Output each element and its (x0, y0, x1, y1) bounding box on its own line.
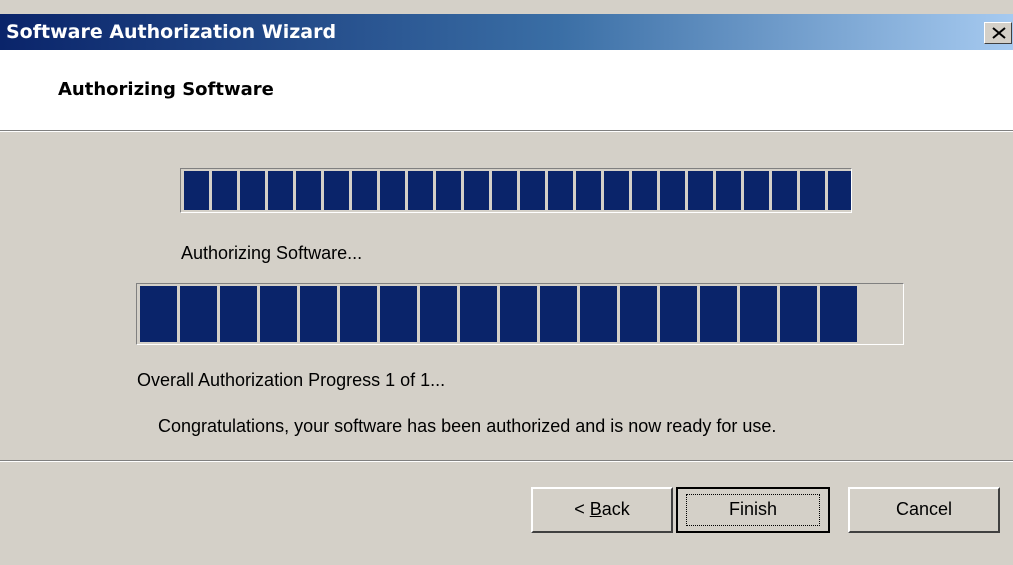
progress-block (324, 171, 349, 210)
cancel-label: Cancel (895, 499, 953, 519)
progress-block (780, 286, 817, 342)
back-prefix: < (574, 499, 590, 519)
progress-block (540, 286, 577, 342)
finish-label: Finish (728, 499, 777, 519)
back-accelerator: B (589, 499, 602, 519)
progress-block (436, 171, 461, 210)
progress-block (632, 171, 657, 210)
progress-block (820, 286, 857, 342)
progress-block (500, 286, 537, 342)
progress-block (212, 171, 237, 210)
progress-block (352, 171, 377, 210)
progress-block (576, 171, 601, 210)
progress-block (240, 171, 265, 210)
close-button[interactable] (984, 22, 1012, 44)
progress-block (660, 286, 697, 342)
progress-block (744, 171, 769, 210)
progress-block (828, 171, 851, 210)
cancel-button[interactable]: Cancel (848, 487, 1000, 533)
progress-block (220, 286, 257, 342)
progress-block (800, 171, 825, 210)
step-progress-label: Authorizing Software... (181, 243, 363, 263)
step-progress-bar (180, 168, 852, 213)
header-divider (0, 130, 1013, 132)
progress-block (660, 171, 685, 210)
progress-block (340, 286, 377, 342)
progress-block (740, 286, 777, 342)
progress-block (772, 171, 797, 210)
wizard-window: Software Authorization Wizard Authorizin… (0, 0, 1013, 565)
progress-block (300, 286, 337, 342)
back-label-rest: ack (601, 499, 630, 519)
close-icon (992, 27, 1006, 39)
progress-block (464, 171, 489, 210)
progress-block (460, 286, 497, 342)
progress-block (184, 171, 209, 210)
progress-block (620, 286, 657, 342)
progress-block (580, 286, 617, 342)
progress-block (420, 286, 457, 342)
progress-block (180, 286, 217, 342)
overall-progress-label: Overall Authorization Progress 1 of 1... (137, 370, 446, 390)
page-title: Authorizing Software (58, 79, 274, 100)
back-button[interactable]: < Back (531, 487, 673, 533)
success-message: Congratulations, your software has been … (158, 416, 777, 436)
finish-button[interactable]: Finish (676, 487, 830, 533)
progress-block (140, 286, 177, 342)
progress-block (688, 171, 713, 210)
progress-block (380, 286, 417, 342)
title-bar[interactable]: Software Authorization Wizard (0, 14, 1013, 50)
progress-block (604, 171, 629, 210)
progress-block (700, 286, 737, 342)
progress-block (716, 171, 741, 210)
progress-block (408, 171, 433, 210)
progress-block (296, 171, 321, 210)
progress-block (268, 171, 293, 210)
window-title: Software Authorization Wizard (6, 21, 337, 43)
progress-block (548, 171, 573, 210)
wizard-header: Authorizing Software (0, 50, 1013, 130)
progress-block (260, 286, 297, 342)
progress-block (380, 171, 405, 210)
progress-block (492, 171, 517, 210)
footer-divider (0, 460, 1013, 462)
overall-progress-bar (136, 283, 904, 345)
progress-block (520, 171, 545, 210)
